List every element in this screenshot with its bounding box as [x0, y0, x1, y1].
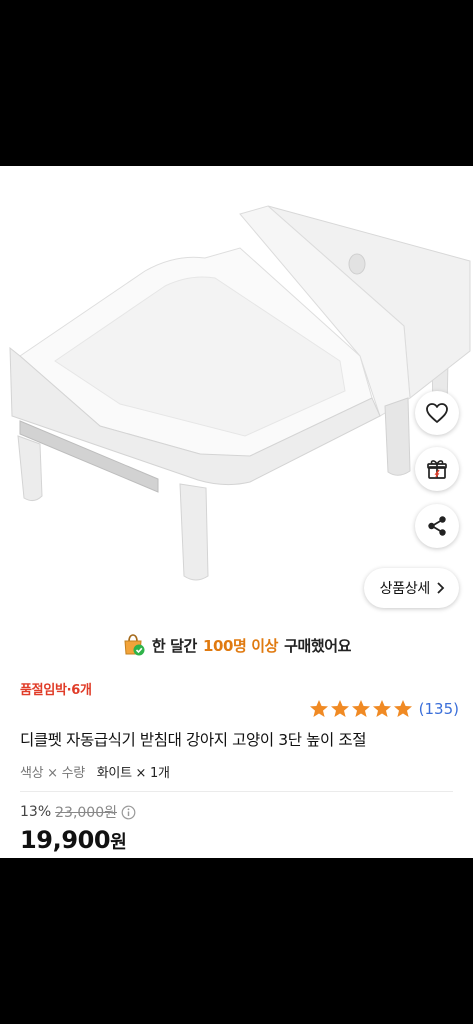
option-summary[interactable]: 색상 × 수량 화이트 × 1개 — [20, 762, 170, 781]
banner-suffix: 구매했어요 — [284, 636, 352, 655]
share-icon — [428, 516, 446, 536]
price-unit: 원 — [110, 832, 127, 853]
product-detail-label: 상품상세 — [379, 581, 431, 597]
gift-button[interactable] — [415, 447, 459, 491]
gift-icon — [427, 460, 447, 479]
star-rating-icon — [309, 700, 412, 717]
rating[interactable]: (135) — [309, 699, 459, 719]
discount-rate: 13% — [20, 804, 52, 820]
heart-outline-icon — [426, 403, 448, 423]
price-value: 19,900 — [20, 826, 111, 854]
option-value: 화이트 × 1개 — [96, 766, 170, 781]
purchase-count-banner: 한 달간 100명 이상 구매했어요 — [0, 632, 473, 658]
stock-notice: 품절임박·6개 — [20, 683, 92, 698]
option-label: 색상 × 수량 — [20, 766, 85, 781]
banner-highlight: 100명 이상 — [202, 636, 279, 655]
chevron-right-icon — [437, 582, 445, 594]
discount-row: 13% 23,000원 — [20, 802, 136, 822]
info-circle-icon[interactable] — [121, 805, 136, 820]
banner-prefix: 한 달간 — [151, 636, 197, 655]
product-detail-button[interactable]: 상품상세 — [363, 568, 459, 608]
letterbox-top — [0, 0, 473, 166]
original-price: 23,000원 — [55, 805, 117, 821]
product-image[interactable] — [0, 166, 473, 616]
review-count[interactable]: (135) — [419, 700, 459, 718]
divider — [20, 791, 453, 792]
product-title: 디클펫 자동급식기 받침대 강아지 고양이 3단 높이 조절 — [20, 731, 367, 749]
share-button[interactable] — [415, 504, 459, 548]
wishlist-button[interactable] — [415, 391, 459, 435]
product-screen: 상품상세 한 달간 100명 이상 구매했어요 품절임박·6개 (135) 디클… — [0, 166, 473, 858]
product-photo-stand — [9, 205, 471, 581]
sale-price: 19,900원 — [20, 826, 127, 854]
letterbox-bottom — [0, 858, 473, 1024]
shopping-bag-check-icon — [124, 634, 145, 656]
